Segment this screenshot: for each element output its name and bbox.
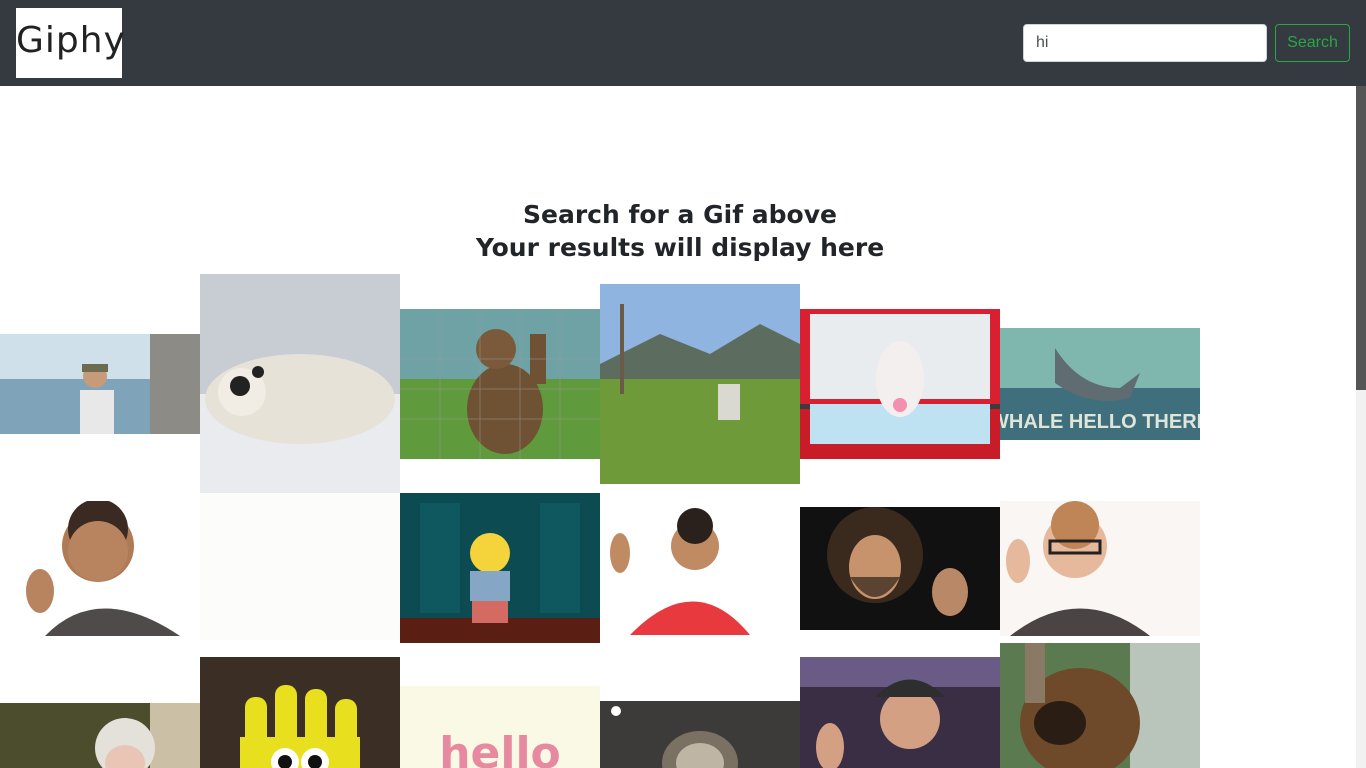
gif-bob-ross-waving[interactable]: [800, 507, 1000, 630]
gif-man-waving-on-boat[interactable]: [0, 334, 200, 434]
gif-hello-text[interactable]: hello: [400, 686, 600, 768]
gif-seal-in-snow[interactable]: [200, 274, 400, 493]
gif-goat-in-field[interactable]: [600, 284, 800, 484]
gif-caption-whale: WHALE HELLO THERE: [1000, 411, 1200, 433]
gif-man-red-hoodie-waving[interactable]: [600, 508, 800, 635]
gif-caption-hello: hello: [439, 728, 561, 768]
gif-whale-hello-there[interactable]: WHALE HELLO THERE: [1000, 328, 1200, 440]
gif-bear-waving[interactable]: [400, 309, 600, 459]
gif-blank-white[interactable]: [200, 493, 400, 640]
gif-cartoon-bird-cooler[interactable]: [800, 309, 1000, 459]
search-input[interactable]: [1023, 24, 1267, 62]
gif-ralph-waving[interactable]: [400, 493, 600, 643]
gif-kid-waving[interactable]: [0, 501, 200, 636]
brand-logo[interactable]: Giphy: [16, 8, 125, 78]
gif-woman-blonde[interactable]: [0, 703, 200, 768]
gif-yellow-hand-eyes[interactable]: [200, 657, 400, 768]
empty-state-message-line1: Search for a Gif above: [522, 200, 837, 229]
gif-dog-closeup[interactable]: [1000, 643, 1200, 768]
gif-sloth[interactable]: [600, 701, 800, 768]
search-button[interactable]: Search: [1275, 24, 1350, 62]
gif-kid-glasses-waving[interactable]: [1000, 501, 1200, 636]
empty-state-message-line2: Your results will display here: [475, 233, 885, 262]
gif-man-cap-waving[interactable]: [800, 657, 1000, 768]
navbar: Giphy Search: [0, 0, 1366, 86]
